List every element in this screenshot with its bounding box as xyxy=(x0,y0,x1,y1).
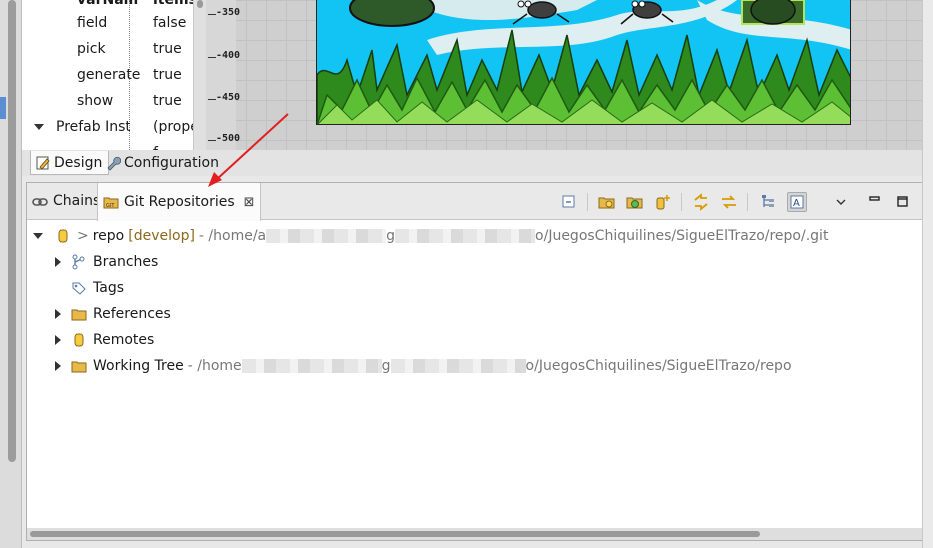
link-with-selection-button[interactable] xyxy=(691,192,711,212)
repository-path-start: - /home/a xyxy=(198,228,267,244)
property-key: pick xyxy=(77,41,106,57)
folder-icon xyxy=(71,361,87,373)
property-value[interactable]: true xyxy=(153,36,193,62)
collapse-all-icon xyxy=(562,195,575,208)
link-arrows-icon xyxy=(694,193,708,211)
right-window-edge xyxy=(922,0,933,548)
expand-arrow-icon[interactable] xyxy=(55,309,61,319)
branches-label: Branches xyxy=(93,254,159,270)
view-menu-button[interactable] xyxy=(831,192,851,212)
ruler-tick-label: -450 xyxy=(216,92,241,103)
expand-arrow-icon[interactable] xyxy=(34,124,44,130)
hierarchical-layout-button[interactable] xyxy=(759,192,779,212)
refresh-button[interactable] xyxy=(719,192,739,212)
dirty-marker: > xyxy=(77,228,89,244)
tree-row-working-tree[interactable]: Working Tree - /home g o/JuegosChiquilin… xyxy=(55,353,792,379)
property-value: (prope xyxy=(153,119,193,135)
maximize-icon xyxy=(897,196,908,207)
ruler-tick-label: -400 xyxy=(216,50,241,61)
game-scene-preview[interactable] xyxy=(316,0,851,125)
minimize-icon xyxy=(869,196,880,201)
scrollbar-thumb[interactable] xyxy=(30,531,760,537)
show-details-toggle[interactable]: A xyxy=(787,192,807,212)
horizontal-scrollbar[interactable] xyxy=(27,528,922,540)
collapse-all-button[interactable] xyxy=(559,192,579,212)
clone-repository-button[interactable] xyxy=(625,192,645,212)
property-value[interactable]: true xyxy=(153,62,193,88)
chevron-down-icon xyxy=(836,199,846,205)
remotes-icon xyxy=(74,333,84,347)
svg-text:GIT: GIT xyxy=(106,203,115,209)
remotes-label: Remotes xyxy=(93,332,155,348)
property-group-key[interactable]: Prefab Instan xyxy=(56,114,130,140)
folder-icon xyxy=(71,309,87,321)
left-selection-marker xyxy=(0,97,6,119)
redacted-path-segment xyxy=(395,229,536,243)
editor-mode-tabs: Design Configuration xyxy=(22,150,922,176)
working-tree-path-mid: g xyxy=(381,358,391,374)
working-tree-path-end: o/JuegosChiquilines/SigueElTrazo/repo xyxy=(525,358,792,374)
text-details-icon: A xyxy=(790,195,804,209)
tree-row-branches[interactable]: Branches xyxy=(55,249,158,275)
tree-layout-icon xyxy=(762,195,774,207)
left-vertical-scrollbar[interactable] xyxy=(8,0,16,462)
property-value[interactable]: false xyxy=(153,10,193,36)
view-tab-bar: Chains GIT Git Repositories ⊠ A xyxy=(27,183,922,221)
property-key: field xyxy=(77,15,108,31)
tree-row-repo[interactable]: > repo [develop] - /home/a g o/JuegosChi… xyxy=(33,223,828,249)
working-tree-path-start: - /home xyxy=(187,358,242,374)
current-branch: [develop] xyxy=(128,228,195,244)
redacted-path-segment xyxy=(390,359,526,373)
branches-icon xyxy=(72,254,85,270)
tab-chains-label: Chains xyxy=(53,193,101,209)
properties-panel: varNam items field false pick true gener… xyxy=(22,0,194,150)
property-value: f xyxy=(153,140,193,150)
property-key: generate xyxy=(77,67,141,83)
minimize-button[interactable] xyxy=(865,192,885,212)
tree-row-remotes[interactable]: Remotes xyxy=(55,327,154,353)
references-label: References xyxy=(93,306,171,322)
clone-icon xyxy=(626,197,643,209)
repository-path-end: o/JuegosChiquilines/SigueElTrazo/repo/.g… xyxy=(535,228,829,244)
expand-arrow-icon[interactable] xyxy=(55,257,61,267)
expand-arrow-icon[interactable] xyxy=(55,335,61,345)
tags-label: Tags xyxy=(93,280,124,296)
maximize-button[interactable] xyxy=(893,192,913,212)
folder-add-icon xyxy=(598,197,615,209)
scrollbar-thumb[interactable] xyxy=(197,0,203,8)
git-repositories-view: Chains GIT Git Repositories ⊠ A > repo [… xyxy=(26,182,923,541)
expand-arrow-icon[interactable] xyxy=(55,361,61,371)
game-scene-illustration xyxy=(317,0,850,124)
sync-arrows-icon xyxy=(722,195,736,209)
left-window-edge xyxy=(0,0,22,548)
property-key: show xyxy=(77,93,114,109)
tree-row-references[interactable]: References xyxy=(55,301,171,327)
working-tree-label: Working Tree xyxy=(93,358,184,374)
repository-name: repo xyxy=(92,228,125,244)
tab-design[interactable]: Design xyxy=(30,151,110,175)
create-repository-button[interactable] xyxy=(653,192,673,212)
git-folder-icon: GIT xyxy=(103,197,119,209)
redacted-path-segment xyxy=(241,359,382,373)
tree-row-tags[interactable]: Tags xyxy=(71,275,124,301)
svg-text:A: A xyxy=(793,198,800,209)
repository-icon xyxy=(58,229,68,243)
tab-design-label: Design xyxy=(54,154,103,171)
tab-chains[interactable]: Chains xyxy=(27,183,105,220)
wrench-icon xyxy=(107,156,121,171)
annotation-arrow xyxy=(208,113,289,187)
add-repository-button[interactable] xyxy=(597,192,617,212)
repository-path-mid: g xyxy=(386,228,396,244)
ruler-tick-label: -350 xyxy=(216,7,241,18)
repository-create-icon xyxy=(656,195,670,210)
tags-icon xyxy=(72,282,86,295)
chain-link-icon xyxy=(32,197,48,206)
redacted-path-segment xyxy=(266,229,387,243)
pencil-page-icon xyxy=(36,156,50,170)
property-value[interactable]: true xyxy=(153,88,193,114)
expand-arrow-icon[interactable] xyxy=(33,233,43,239)
